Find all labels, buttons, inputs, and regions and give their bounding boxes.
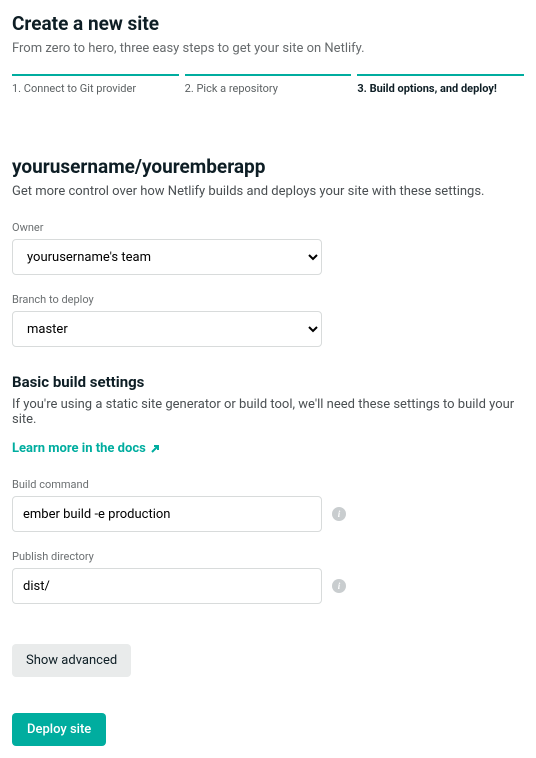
- repo-title: yourusername/youremberapp: [12, 155, 524, 178]
- repo-subtitle: Get more control over how Netlify builds…: [12, 184, 524, 199]
- page-subtitle: From zero to hero, three easy steps to g…: [12, 41, 524, 56]
- build-settings-desc: If you're using a static site generator …: [12, 397, 524, 427]
- docs-link-label: Learn more in the docs: [12, 441, 146, 456]
- page-title: Create a new site: [12, 12, 524, 35]
- external-link-icon: [150, 444, 160, 454]
- publish-dir-input[interactable]: [12, 568, 322, 604]
- show-advanced-button[interactable]: Show advanced: [12, 644, 131, 677]
- steps-nav: 1. Connect to Git provider 2. Pick a rep…: [12, 74, 524, 95]
- owner-select[interactable]: yourusername's team: [12, 239, 322, 275]
- build-command-input[interactable]: [12, 496, 322, 532]
- build-settings-title: Basic build settings: [12, 373, 524, 391]
- step-label: 2. Pick a repository: [185, 82, 352, 95]
- branch-label: Branch to deploy: [12, 293, 524, 306]
- step-connect-git[interactable]: 1. Connect to Git provider: [12, 74, 179, 95]
- step-build-deploy[interactable]: 3. Build options, and deploy!: [357, 74, 524, 95]
- docs-link[interactable]: Learn more in the docs: [12, 441, 160, 456]
- branch-select[interactable]: master: [12, 311, 322, 347]
- publish-dir-label: Publish directory: [12, 550, 524, 563]
- build-command-label: Build command: [12, 478, 524, 491]
- deploy-site-button[interactable]: Deploy site: [12, 713, 106, 746]
- step-label: 1. Connect to Git provider: [12, 82, 179, 95]
- step-label: 3. Build options, and deploy!: [357, 82, 524, 95]
- owner-label: Owner: [12, 221, 524, 234]
- step-pick-repo[interactable]: 2. Pick a repository: [185, 74, 352, 95]
- info-icon[interactable]: i: [332, 507, 346, 521]
- info-icon[interactable]: i: [332, 579, 346, 593]
